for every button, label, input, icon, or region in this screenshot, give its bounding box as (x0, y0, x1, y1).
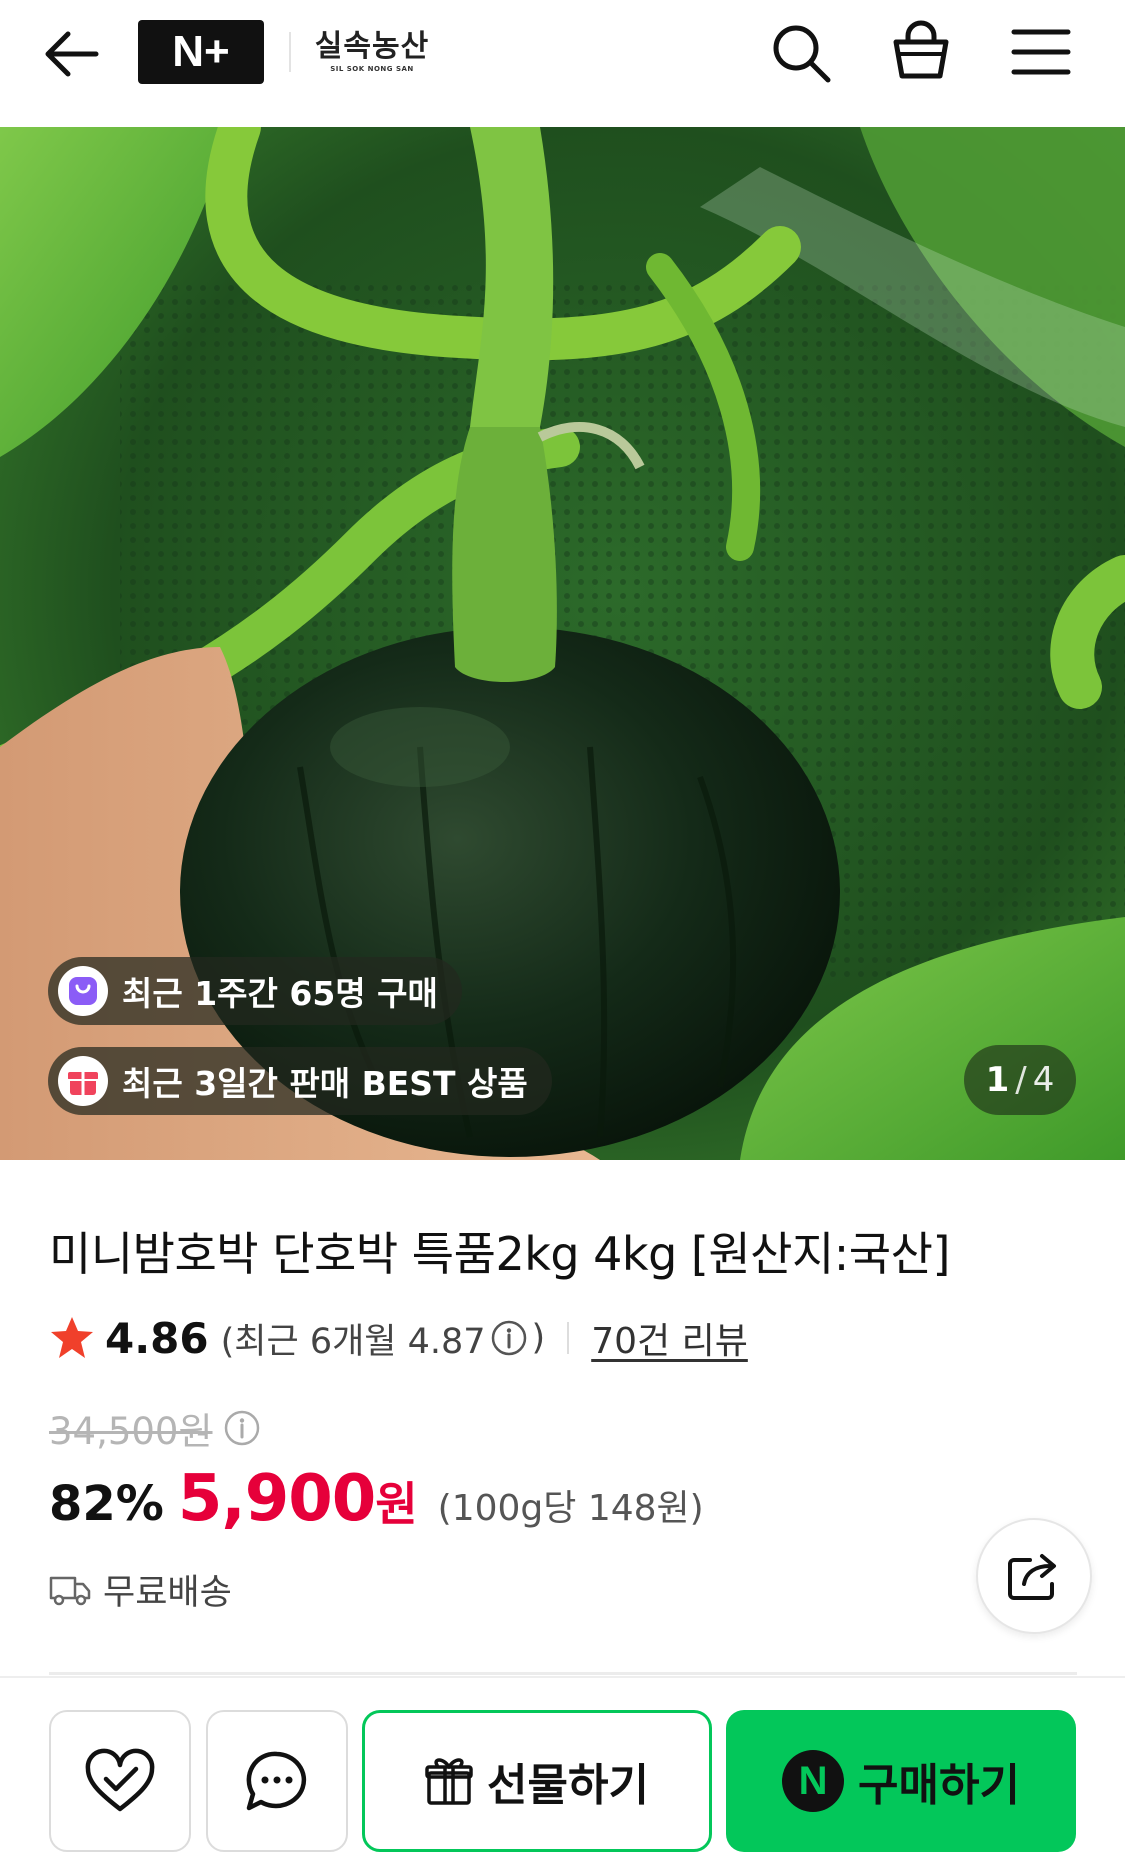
best-seller-badge: 최근 3일간 판매 BEST 상품 (48, 1047, 552, 1115)
rating-divider (567, 1322, 570, 1354)
gift-box-icon (68, 1072, 98, 1095)
gift-label: 선물하기 (487, 1760, 649, 1811)
menu-button[interactable] (1010, 24, 1072, 80)
pager-separator: / (1015, 1060, 1027, 1100)
shopping-bag-icon (893, 20, 949, 79)
rating-recent-close: ) (531, 1318, 546, 1358)
rating-recent: (최근 6개월 4.87 ) (221, 1313, 546, 1364)
gift-button[interactable]: 선물하기 (362, 1710, 712, 1852)
info-icon[interactable] (223, 1409, 261, 1447)
store-logo[interactable]: 실속농산 SIL SOK NONG SAN (312, 30, 432, 80)
section-divider (49, 1672, 1077, 1675)
purchase-count-text: 최근 1주간 65명 구매 (122, 974, 438, 1013)
brand-mark: N+ (172, 27, 230, 76)
hamburger-menu-icon (1011, 29, 1071, 75)
top-header: N+ 실속농산 SIL SOK NONG SAN (0, 0, 1125, 127)
pager-current: 1 (985, 1060, 1010, 1100)
wishlist-button[interactable] (49, 1710, 191, 1852)
price-row: 82% 5,900 원 (100g당 148원) (49, 1462, 704, 1538)
heart-check-icon (85, 1748, 155, 1812)
price-currency: 원 (375, 1477, 418, 1531)
sale-price: 5,900 (177, 1462, 376, 1536)
naver-pay-icon: N (782, 1750, 845, 1812)
badge-icon-circle (58, 1056, 108, 1106)
rating-row: 4.86 (최근 6개월 4.87 ) 70건 리뷰 (49, 1310, 748, 1366)
gift-icon (425, 1758, 473, 1805)
shopping-bag-icon (69, 977, 97, 1005)
share-icon (1008, 1554, 1056, 1600)
rating-recent-text: (최근 6개월 4.87 (220, 1321, 486, 1362)
talk-talk-button[interactable] (206, 1710, 348, 1852)
shipping-text: 무료배송 (103, 1572, 232, 1613)
truck-icon (49, 1576, 91, 1606)
original-price: 34,500원 (49, 1410, 213, 1453)
info-icon[interactable] (490, 1319, 528, 1357)
purchase-count-badge: 최근 1주간 65명 구매 (48, 957, 462, 1025)
image-pager: 1 / 4 (964, 1045, 1076, 1115)
shipping-row: 무료배송 (49, 1562, 232, 1616)
logo-divider (289, 32, 291, 72)
rating-score: 4.86 (105, 1313, 209, 1363)
original-price-row: 34,500원 (49, 1400, 261, 1456)
review-link[interactable]: 70건 리뷰 (591, 1312, 748, 1364)
badge-icon-circle (58, 966, 108, 1016)
unit-price: (100g당 148원) (437, 1488, 704, 1529)
store-name: 실속농산 (314, 29, 430, 64)
share-button[interactable] (976, 1518, 1092, 1634)
naver-plus-store-logo[interactable]: N+ (138, 20, 264, 84)
search-icon (773, 25, 831, 83)
arrow-left-icon (45, 31, 99, 77)
discount-rate: 82% (49, 1476, 164, 1532)
chat-bubble-icon (246, 1751, 307, 1811)
cart-button[interactable] (888, 18, 954, 84)
product-image-gallery[interactable]: 최근 1주간 65명 구매 최근 3일간 판매 BEST 상품 1 / 4 (0, 127, 1125, 1160)
search-button[interactable] (768, 20, 834, 86)
bottom-action-bar: 선물하기 N 구매하기 (0, 1676, 1125, 1867)
back-button[interactable] (40, 22, 104, 86)
best-seller-text: 최근 3일간 판매 BEST 상품 (122, 1064, 528, 1103)
pager-total: 4 (1032, 1060, 1055, 1100)
buy-button[interactable]: N 구매하기 (726, 1710, 1076, 1852)
star-icon (51, 1317, 93, 1358)
buy-label: 구매하기 (858, 1760, 1020, 1811)
product-title: 미니밤호박 단호박 특품2kg 4kg [원산지:국산] (49, 1227, 950, 1281)
store-name-en: SIL SOK NONG SAN (330, 65, 414, 73)
